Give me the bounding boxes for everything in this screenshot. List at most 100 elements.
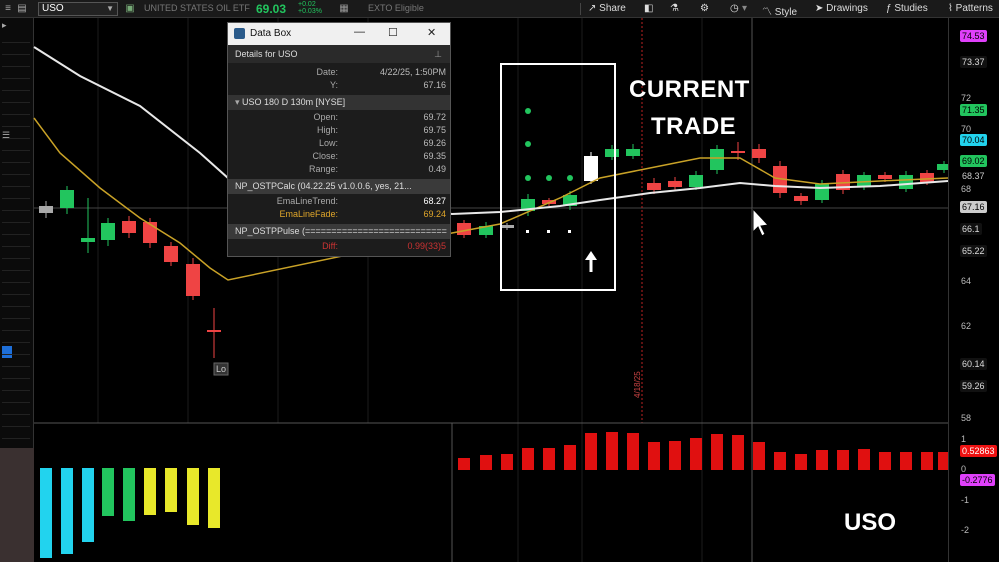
- candle-body: [143, 222, 157, 243]
- price-chart[interactable]: 4/18/25 Lo: [0, 18, 948, 562]
- price-tick: 62: [961, 321, 972, 331]
- candle-body: [668, 181, 682, 187]
- symbol-value: USO: [42, 3, 64, 14]
- details-label: Details for USO: [235, 49, 298, 59]
- oscillator-bar: [82, 468, 94, 542]
- change-percent: +0.03%: [298, 8, 322, 15]
- row-key: Close:: [312, 151, 338, 161]
- minimize-icon[interactable]: —: [354, 26, 365, 38]
- histogram-bar: [938, 452, 948, 470]
- change-value: +0.02: [298, 1, 316, 8]
- data-row: Diff: 0.99(33)5: [228, 241, 450, 254]
- patterns-button[interactable]: ⌇ Patterns: [948, 3, 993, 14]
- row-value: 69.26: [423, 138, 446, 148]
- oscillator-bar: [123, 468, 135, 521]
- symbol-input[interactable]: USO ▼: [38, 2, 118, 16]
- oscillator-tick: -1: [961, 495, 970, 505]
- histogram-bar: [753, 442, 765, 470]
- mouse-cursor-icon: [752, 207, 770, 237]
- share-button[interactable]: ↗ Share: [588, 3, 626, 14]
- company-name: UNITED STATES OIL ETF: [144, 3, 250, 13]
- histogram-bar: [921, 452, 933, 470]
- row-key: Low:: [318, 138, 338, 148]
- histogram-bar: [711, 434, 723, 470]
- chevron-down-icon[interactable]: ▾: [742, 3, 747, 14]
- candle-body: [878, 175, 892, 179]
- close-icon[interactable]: ✕: [427, 26, 436, 39]
- drawings-button[interactable]: ➤ Drawings: [815, 3, 868, 14]
- oscillator-bar: [102, 468, 114, 516]
- candle-body: [815, 184, 829, 200]
- price-tick: 68: [961, 184, 972, 194]
- studies-button[interactable]: ƒ Studies: [886, 3, 928, 14]
- oscillator-bar: [208, 468, 220, 528]
- gear-icon[interactable]: ⚙: [700, 3, 709, 14]
- oscillator-badge: -0.2776: [960, 474, 995, 486]
- series-header[interactable]: ▾ USO 180 D 130m [NYSE]: [228, 95, 450, 110]
- oscillator-badge: 0.52863: [960, 445, 997, 457]
- signal-dot: [546, 175, 552, 181]
- clock-icon[interactable]: ◷: [730, 3, 739, 14]
- study-header[interactable]: NP_OSTPCalc (04.22.25 v1.0.0.6, yes, 21.…: [228, 179, 450, 194]
- ema-line-trend: [33, 46, 948, 216]
- collapse-icon[interactable]: ▾: [235, 97, 240, 107]
- data-row: Open: 69.72: [228, 112, 450, 125]
- row-value: 67.16: [423, 80, 446, 90]
- signal-dot: [525, 175, 531, 181]
- patterns-label: Patterns: [955, 3, 993, 14]
- signal-dot: [526, 230, 529, 233]
- flask-icon[interactable]: ⚗: [670, 3, 679, 14]
- histogram-bar: [900, 452, 912, 470]
- candle-body: [710, 149, 724, 170]
- symbol-options-icon[interactable]: ▣: [124, 2, 136, 15]
- oscillator-tick: -2: [961, 525, 970, 535]
- signal-dot: [525, 108, 531, 114]
- data-box-window[interactable]: Data Box — ☐ ✕ Details for USO ⊥ Date: 4/…: [227, 22, 451, 257]
- pin-icon[interactable]: ⊥: [434, 45, 442, 63]
- row-value: 69.75: [423, 125, 446, 135]
- signal-dot: [567, 175, 573, 181]
- signal-dot: [547, 230, 550, 233]
- row-key: EmaLineTrend:: [276, 196, 338, 206]
- drawings-label: Drawings: [826, 3, 868, 14]
- data-box-details-header: Details for USO ⊥: [228, 45, 450, 63]
- histogram-bar: [543, 448, 555, 470]
- price-axis[interactable]: 72 70 68 66 64 62 58 74.5373.3771.3570.0…: [948, 18, 999, 562]
- histogram-bar: [627, 433, 639, 470]
- histogram-bar: [480, 455, 492, 470]
- data-row: Range: 0.49: [228, 164, 450, 177]
- oscillator-bar: [61, 468, 73, 554]
- candle-body: [605, 149, 619, 157]
- style-button[interactable]: 〽 Style: [762, 3, 797, 18]
- candle-body: [626, 149, 640, 156]
- price-badge: 74.53: [960, 30, 987, 42]
- style-label: Style: [774, 7, 798, 18]
- price-tick: 64: [961, 276, 972, 286]
- chart-layout-icon[interactable]: ◧: [644, 3, 653, 14]
- candle-body: [937, 164, 948, 170]
- chevron-down-icon[interactable]: ▼: [106, 3, 114, 15]
- price-badge: 60.14: [960, 358, 987, 370]
- data-row: EmaLineTrend: 68.27: [228, 196, 450, 209]
- menu-icon[interactable]: ≡: [2, 2, 14, 15]
- candle-body: [186, 264, 200, 296]
- alert-icon[interactable]: ▦: [338, 2, 350, 15]
- candle-body: [920, 173, 934, 182]
- price-tick: 72: [961, 93, 972, 103]
- histogram-bar: [669, 441, 681, 470]
- link-icon[interactable]: ▤: [16, 2, 28, 15]
- data-box-titlebar[interactable]: Data Box — ☐ ✕: [228, 23, 450, 45]
- signal-dot: [568, 230, 571, 233]
- candle-body: [689, 175, 703, 187]
- maximize-icon[interactable]: ☐: [388, 26, 398, 39]
- candle-body: [81, 238, 95, 242]
- histogram-bar: [522, 448, 534, 470]
- symbol-watermark: USO: [844, 509, 897, 536]
- row-key: Diff:: [322, 241, 338, 251]
- cursor-icon: ➤: [815, 3, 824, 14]
- price-badge: 65.22: [960, 245, 987, 257]
- candle-body: [857, 175, 871, 186]
- data-box-title: Data Box: [250, 28, 292, 39]
- data-row: Close: 69.35: [228, 151, 450, 164]
- study-header[interactable]: NP_OSTPPulse (==========================…: [228, 224, 450, 239]
